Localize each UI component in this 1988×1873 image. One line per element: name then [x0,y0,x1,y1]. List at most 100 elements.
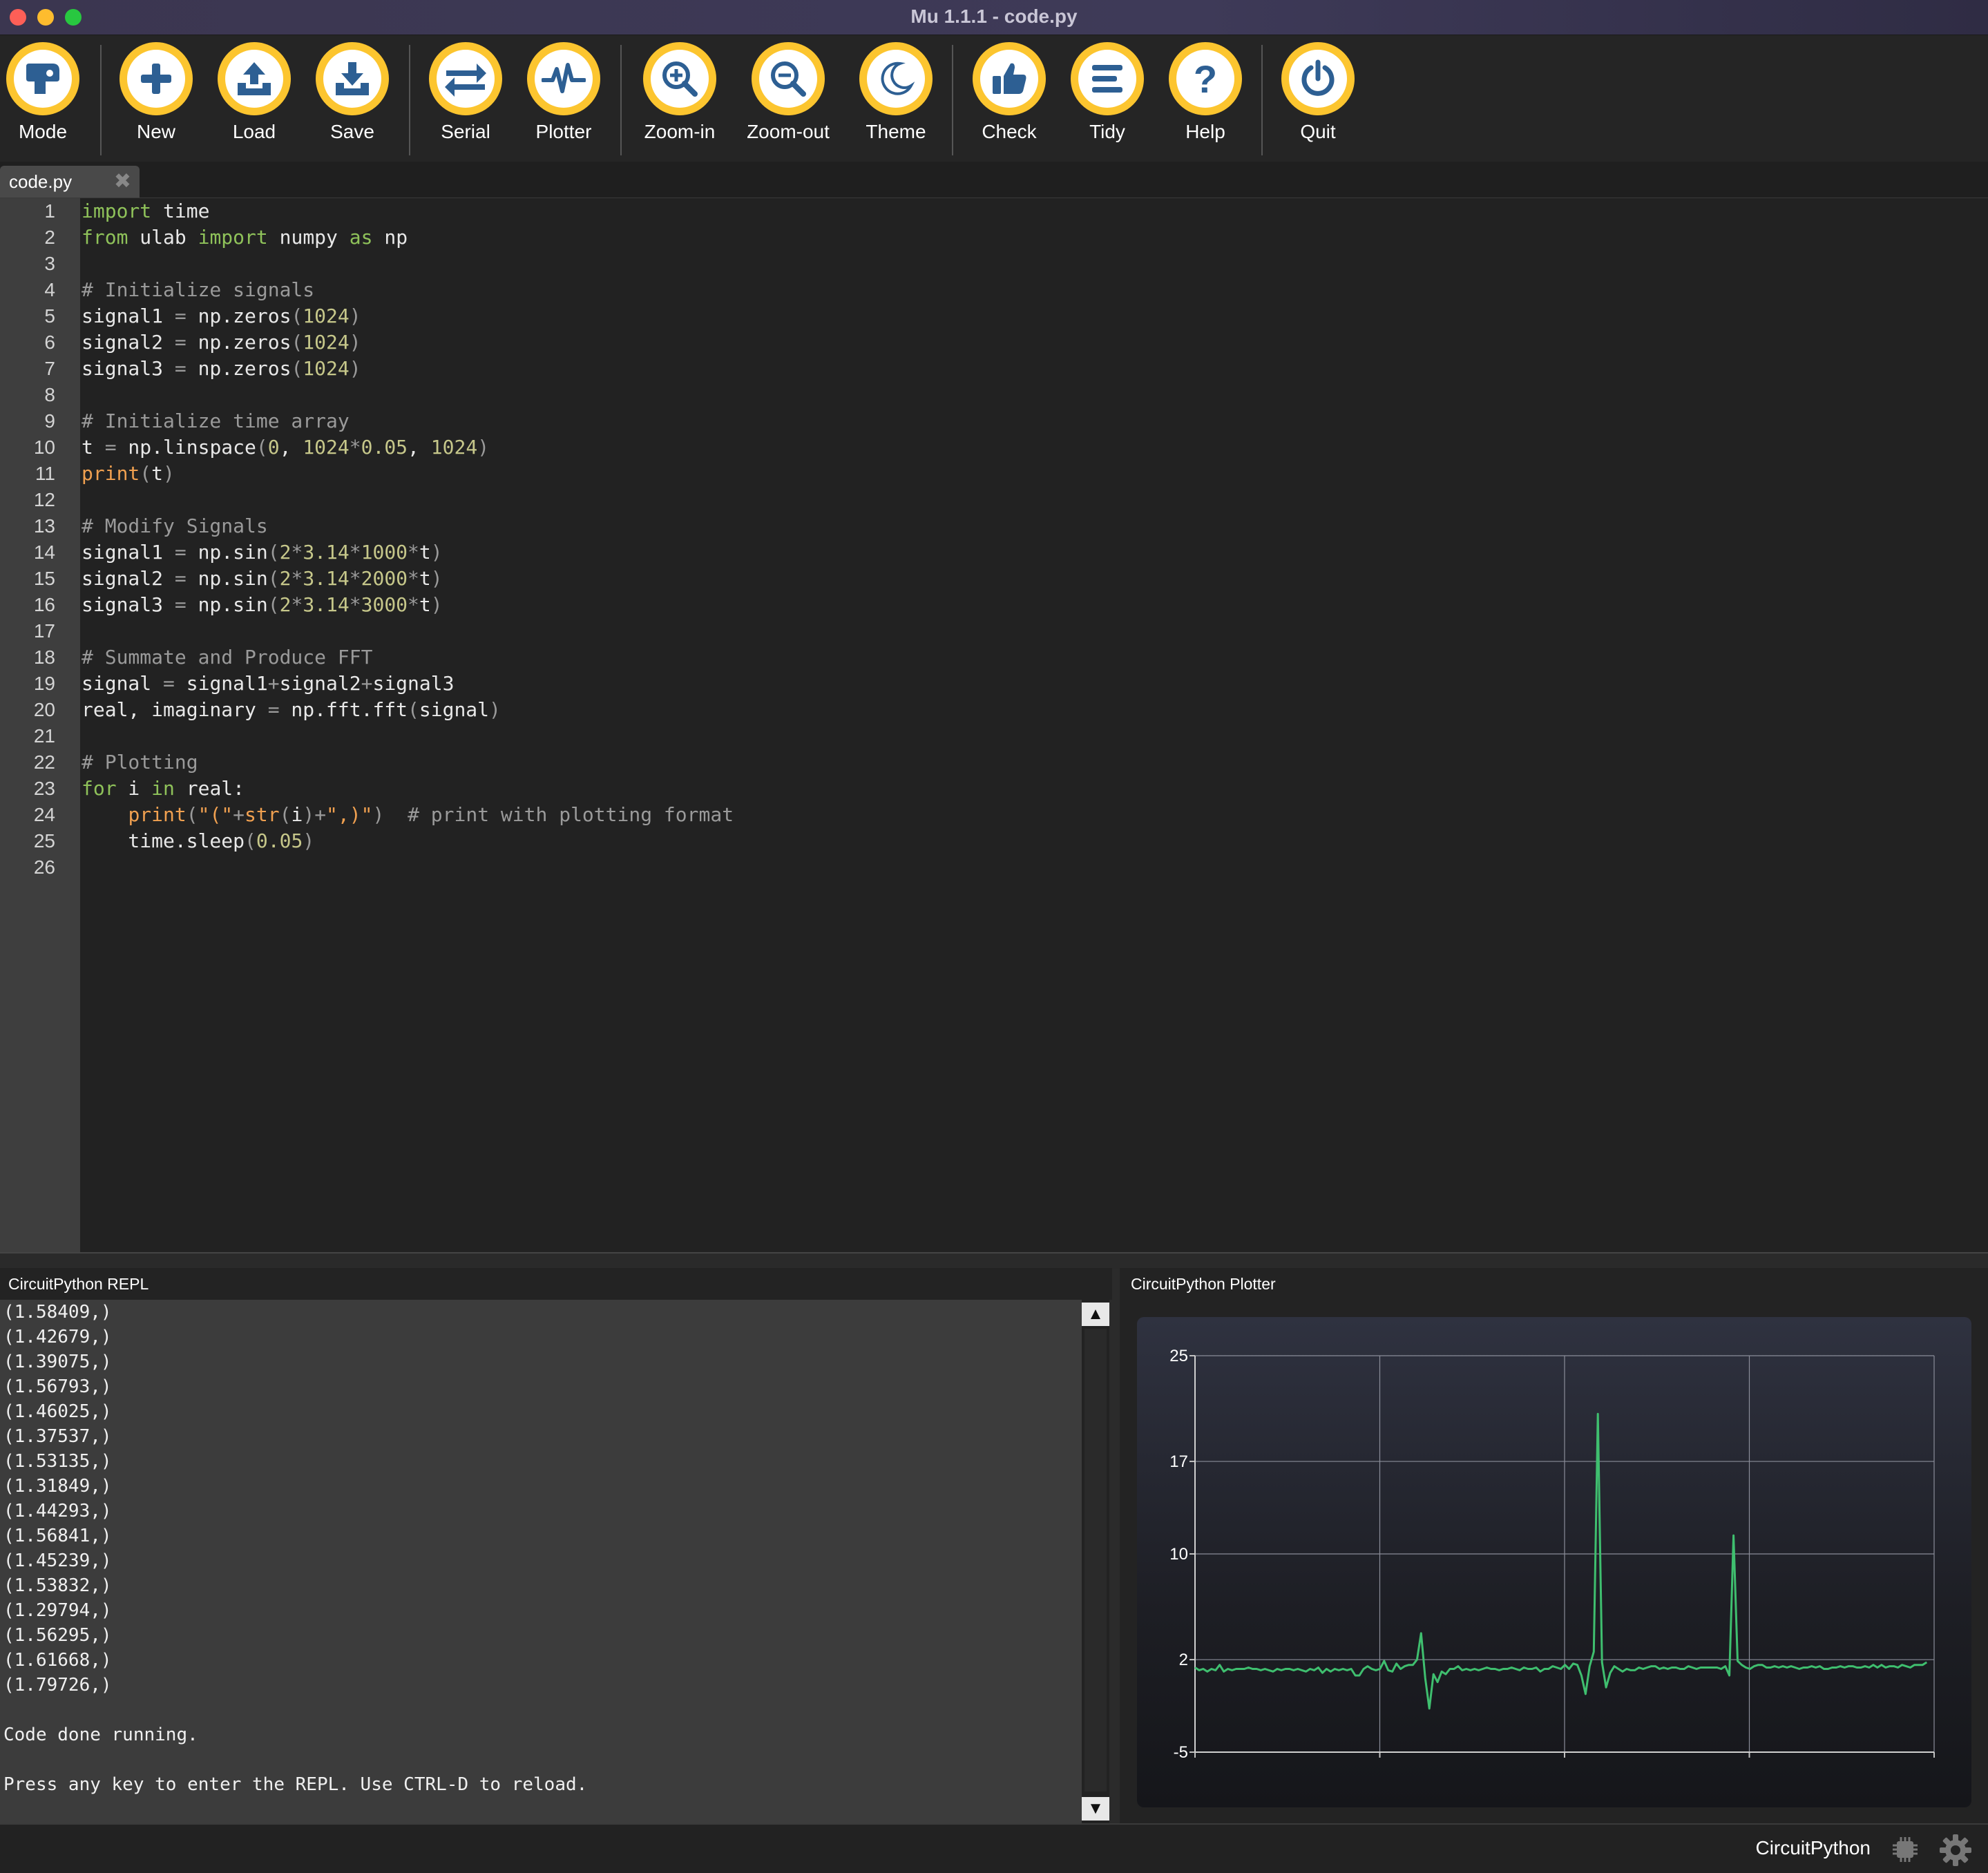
repl-line: (1.29794,) [3,1600,112,1621]
repl-line: (1.37537,) [3,1426,112,1447]
code-line[interactable]: # Initialize signals [82,277,734,303]
code-line[interactable]: from ulab import numpy as np [82,224,734,251]
repl-output[interactable]: (1.58409,) (1.42679,) (1.39075,) (1.56793,)… [0,1300,1082,1823]
check-label: Check [982,121,1037,142]
line-number: 17 [33,620,55,642]
tidy-button[interactable]: Tidy [1055,42,1159,143]
panel-splitter[interactable] [0,1252,1988,1269]
toolbar-separator [409,45,410,155]
line-number: 5 [44,305,55,327]
code-line[interactable] [82,723,734,749]
code-line[interactable]: # Plotting [82,749,734,776]
line-number-gutter: 1 2 3 4 5 6 7 8 9 10 11 12 13 14 15 16 17 18 19 20 21 22 23 24 2… [0,198,80,1252]
zoom-in-icon [662,61,698,97]
line-number: 6 [44,332,55,353]
code-line[interactable]: signal2 = np.zeros(1024) [82,329,734,356]
code-line[interactable]: import time [82,198,734,224]
code-line[interactable]: signal3 = np.sin(2*3.14*3000*t) [82,592,734,618]
repl-line: (1.31849,) [3,1476,112,1497]
code-line[interactable]: real, imaginary = np.fft.fft(signal) [82,697,734,723]
repl-scrollbar[interactable]: ▲ ▼ [1082,1300,1109,1823]
lines-icon [1092,65,1122,93]
code-line[interactable]: time.sleep(0.05) [82,828,734,854]
line-number: 14 [33,541,55,563]
mode-icon [26,64,59,94]
scroll-thumb[interactable] [1084,1329,1107,1792]
code-line[interactable]: print(t) [82,461,734,487]
code-line[interactable] [82,487,734,513]
plotter-chart: 25 17 10 2 -5 [1137,1317,1971,1807]
load-button[interactable]: Load [202,42,306,143]
code-line[interactable]: # Summate and Produce FFT [82,644,734,671]
line-number: 15 [33,568,55,589]
serial-label: Serial [441,121,490,142]
plotter-button[interactable]: Plotter [512,42,615,143]
line-number: 7 [44,358,55,379]
code-line[interactable]: # Initialize time array [82,408,734,434]
y-tick-label: 25 [1169,1347,1188,1365]
toolbar-separator [952,45,953,155]
repl-line [0,1747,1082,1772]
code-line[interactable]: t = np.linspace(0, 1024*0.05, 1024) [82,434,734,461]
toolbar-separator [1261,45,1263,155]
line-number: 16 [33,594,55,615]
check-button[interactable]: Check [957,42,1061,143]
repl-line [0,1698,1082,1722]
gear-icon[interactable] [1938,1833,1973,1867]
zoom-out-label: Zoom-out [747,121,830,142]
tab-code-py[interactable]: code.py ✖ [0,166,140,198]
chip-icon[interactable] [1891,1836,1919,1863]
mode-label: Mode [18,121,68,142]
code-line[interactable]: signal2 = np.sin(2*3.14*2000*t) [82,566,734,592]
code-line[interactable]: signal = signal1+signal2+signal3 [82,671,734,697]
download-icon [336,62,369,95]
line-number: 25 [33,830,55,852]
pulse-icon [542,63,586,93]
code-line[interactable] [82,618,734,644]
mode-status-label[interactable]: CircuitPython [1755,1837,1871,1859]
line-number: 26 [33,856,55,878]
code-line[interactable] [82,251,734,277]
scroll-up-button[interactable]: ▲ [1082,1303,1109,1326]
plus-icon [141,64,171,94]
line-number: 22 [33,751,55,773]
code-line[interactable]: signal1 = np.sin(2*3.14*1000*t) [82,539,734,566]
code-line[interactable]: # Modify Signals [82,513,734,539]
zoom-out-button[interactable]: Zoom-out [736,42,840,143]
code-area[interactable]: import time from ulab import numpy as np #… [82,198,734,881]
scroll-down-button[interactable]: ▼ [1082,1797,1109,1821]
load-label: Load [232,121,276,142]
zoom-in-button[interactable]: Zoom-in [628,42,732,143]
code-line[interactable]: signal1 = np.zeros(1024) [82,303,734,329]
tab-bar: code.py ✖ [0,162,1988,199]
repl-line: (1.53832,) [3,1575,112,1596]
code-line[interactable]: signal3 = np.zeros(1024) [82,356,734,382]
code-line[interactable]: print("("+str(i)+",)") # print with plot… [82,802,734,828]
thumbs-up-icon [993,63,1026,94]
y-tick-label: -5 [1174,1743,1188,1762]
repl-line: (1.56841,) [3,1526,112,1546]
repl-title: CircuitPython REPL [0,1268,1112,1300]
save-button[interactable]: Save [300,42,404,143]
line-number: 3 [44,253,55,274]
plotter-title: CircuitPython Plotter [1122,1268,1988,1300]
plotter-label: Plotter [535,121,592,142]
help-button[interactable]: ? Help [1154,42,1257,143]
code-line[interactable] [82,382,734,408]
close-tab-icon[interactable]: ✖ [114,170,131,193]
line-number: 10 [33,436,55,458]
code-line[interactable]: for i in real: [82,776,734,802]
repl-line: Code done running. [3,1725,198,1745]
code-line[interactable] [82,854,734,881]
power-icon [1301,59,1335,96]
line-number: 9 [44,410,55,432]
new-button[interactable]: New [104,42,208,143]
serial-button[interactable]: Serial [414,42,517,143]
line-number: 24 [33,804,55,825]
line-number: 1 [44,200,55,222]
code-editor[interactable]: 1 2 3 4 5 6 7 8 9 10 11 12 13 14 15 16 17 18 19 20 21 22 23 24 2… [0,198,1988,1252]
quit-button[interactable]: Quit [1266,42,1370,143]
mode-button[interactable]: Mode [0,42,95,143]
line-number: 8 [44,384,55,405]
theme-button[interactable]: Theme [844,42,948,143]
